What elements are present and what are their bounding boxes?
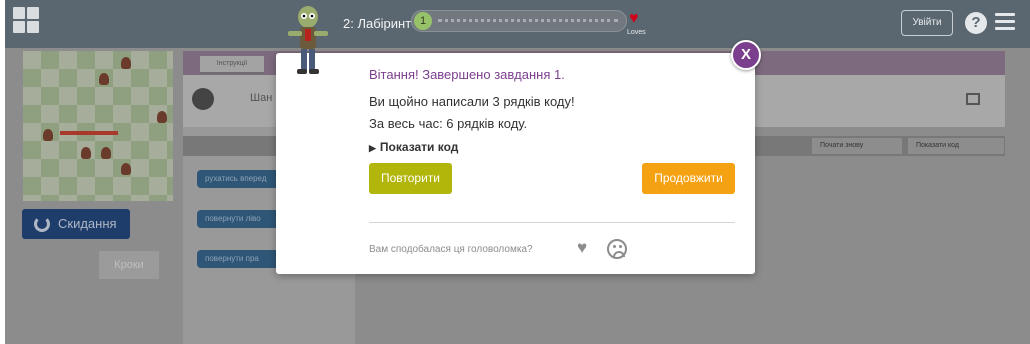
show-code-label: Показати код: [379, 140, 459, 154]
turn-right-block[interactable]: повернути пра: [197, 250, 283, 268]
heart-icon: ♥: [629, 10, 639, 27]
feedback-question: Вам сподобалася ця головоломка?: [369, 244, 533, 255]
dialog-divider: [369, 222, 735, 223]
zombie-character-icon: [288, 6, 328, 74]
step-button[interactable]: Кроки: [99, 251, 159, 279]
close-dialog-button[interactable]: X: [731, 40, 761, 70]
pig-sprite: [99, 73, 109, 85]
maze-board: [23, 51, 173, 201]
retry-button[interactable]: Повторити: [369, 163, 452, 194]
lines-written-text: Ви щойно написали 3 рядків коду!: [369, 94, 575, 109]
heart-caption: Loves: [627, 29, 646, 36]
move-forward-block[interactable]: рухатись вперед: [197, 170, 283, 188]
instructions-text: Шан: [250, 92, 273, 104]
top-bar: 2: Лабіринт 1 ♥ Loves Увійти ?: [5, 0, 1030, 48]
zombie-avatar: [192, 88, 214, 110]
progress-steps: [438, 19, 618, 23]
start-over-button[interactable]: Почати знову: [812, 138, 902, 154]
expand-instructions-icon[interactable]: [966, 93, 980, 105]
pig-sprite: [121, 57, 131, 69]
progress-current-dot[interactable]: 1: [414, 12, 432, 30]
dialog-title: Вітання! Завершено завдання 1.: [369, 67, 565, 82]
pig-sprite: [157, 111, 167, 123]
expand-triangle-icon: ▶: [369, 143, 376, 153]
pig-sprite: [81, 147, 91, 159]
total-lines-text: За весь час: 6 рядків коду.: [369, 116, 528, 131]
reset-button[interactable]: Cкидання: [22, 209, 130, 239]
code-org-logo[interactable]: [13, 7, 39, 33]
pig-sprite: [101, 147, 111, 159]
dislike-sad-face-icon[interactable]: [607, 239, 627, 259]
level-progress-bar: 1: [411, 10, 627, 32]
maze-path: [60, 131, 118, 135]
pig-sprite: [121, 163, 131, 175]
like-heart-icon[interactable]: ♥: [577, 239, 597, 257]
help-icon[interactable]: ?: [965, 12, 987, 34]
reset-label: Cкидання: [58, 216, 117, 231]
completion-dialog: Вітання! Завершено завдання 1. Ви щойно …: [276, 53, 755, 274]
continue-button[interactable]: Продовжити: [642, 163, 735, 194]
sign-in-button[interactable]: Увійти: [901, 10, 953, 36]
reset-icon: [34, 216, 50, 232]
turn-left-block[interactable]: повернути ліво: [197, 210, 283, 228]
show-code-button[interactable]: Показати код: [908, 138, 1004, 154]
pig-sprite: [43, 129, 53, 141]
hamburger-menu-icon[interactable]: [995, 13, 1015, 31]
tab-instructions[interactable]: Інструкції: [200, 56, 264, 74]
show-code-toggle[interactable]: ▶ Показати код: [369, 140, 458, 154]
level-title: 2: Лабіринт: [343, 16, 412, 31]
